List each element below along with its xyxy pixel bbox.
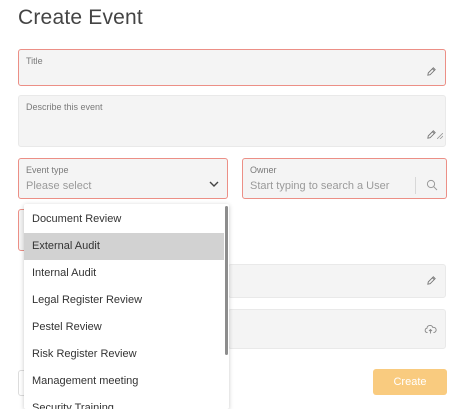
description-field[interactable]: Describe this event bbox=[18, 95, 446, 147]
dropdown-option[interactable]: Risk Register Review bbox=[24, 341, 224, 368]
pencil-icon bbox=[426, 129, 437, 140]
dropdown-scrollbar[interactable] bbox=[225, 206, 228, 355]
dropdown-list: Document Review External Audit Internal Au… bbox=[24, 206, 224, 409]
upload-cloud-icon[interactable] bbox=[424, 324, 437, 334]
pencil-icon bbox=[426, 66, 437, 77]
title-label: Title bbox=[26, 56, 43, 66]
event-type-select[interactable]: Event type Please select bbox=[18, 158, 228, 199]
background-text-field[interactable] bbox=[228, 264, 446, 298]
description-label: Describe this event bbox=[26, 102, 103, 112]
search-icon[interactable] bbox=[426, 179, 438, 191]
dropdown-option[interactable]: Legal Register Review bbox=[24, 287, 224, 314]
page-title: Create Event bbox=[18, 6, 143, 29]
dropdown-option[interactable]: Pestel Review bbox=[24, 314, 224, 341]
field-divider bbox=[415, 177, 416, 194]
chevron-down-icon[interactable] bbox=[209, 181, 219, 188]
dropdown-option[interactable]: Security Training bbox=[24, 395, 224, 409]
create-button[interactable]: Create bbox=[373, 369, 447, 395]
owner-label: Owner bbox=[250, 165, 277, 175]
dropdown-option[interactable]: Management meeting bbox=[24, 368, 224, 395]
event-type-dropdown: Document Review External Audit Internal Au… bbox=[24, 204, 229, 409]
event-type-value: Please select bbox=[26, 180, 92, 192]
resize-handle-icon[interactable] bbox=[436, 126, 444, 144]
dropdown-option[interactable]: Internal Audit bbox=[24, 260, 224, 287]
attachment-field[interactable] bbox=[228, 309, 446, 349]
dropdown-option[interactable]: External Audit bbox=[24, 233, 224, 260]
title-field[interactable]: Title bbox=[18, 49, 446, 86]
event-type-label: Event type bbox=[26, 165, 69, 175]
owner-field[interactable]: Owner Start typing to search a User bbox=[242, 158, 447, 199]
dropdown-option[interactable]: Document Review bbox=[24, 206, 224, 233]
pencil-icon bbox=[426, 275, 437, 286]
owner-input[interactable]: Start typing to search a User bbox=[250, 180, 389, 192]
